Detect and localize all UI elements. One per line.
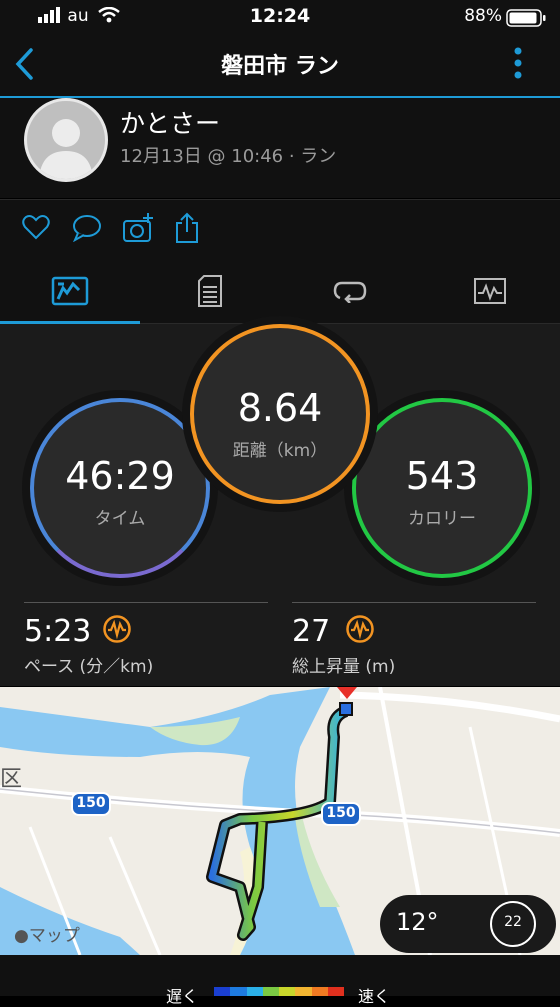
default-user-icon <box>39 119 93 179</box>
divider <box>292 602 536 603</box>
tab-summary[interactable] <box>0 258 140 324</box>
tab-laps[interactable] <box>280 258 420 323</box>
heart-icon <box>22 215 50 240</box>
legend-swatch <box>295 987 312 996</box>
ascent-metric[interactable]: 27 <box>292 614 375 649</box>
legend-swatch <box>311 987 328 996</box>
legend-swatch <box>327 987 344 996</box>
legend-fast-label: 速く <box>358 987 391 1006</box>
tab-details[interactable] <box>140 258 280 323</box>
ascent-value: 27 <box>292 614 331 649</box>
battery-percent: 88% <box>464 6 502 26</box>
page-title: 磐田市 ラン <box>221 54 339 79</box>
tab-bar <box>0 258 560 324</box>
temperature: 12° <box>396 908 439 936</box>
legend-swatch <box>246 987 263 996</box>
nav-bar: 磐田市 ラン <box>0 34 560 98</box>
time-label: タイム <box>94 509 146 529</box>
distance-label: 距離（km） <box>232 441 328 461</box>
calories-stat[interactable]: 543 カロリー <box>352 398 532 578</box>
add-photo-button[interactable] <box>122 212 154 248</box>
ascent-label: 総上昇量 (m) <box>292 657 396 677</box>
legend-swatch <box>279 987 296 996</box>
comment-icon <box>72 215 101 243</box>
like-button[interactable] <box>22 214 50 244</box>
summary-icon <box>51 276 89 305</box>
start-marker-icon <box>339 702 353 716</box>
chart-icon <box>474 277 506 304</box>
calories-label: カロリー <box>408 509 476 529</box>
connect-iq-icon <box>102 614 132 648</box>
time-value: 46:29 <box>65 454 175 498</box>
legend-swatch <box>214 987 231 996</box>
road-number: 150 <box>76 795 106 811</box>
pace-label: ペース (分／km) <box>24 657 154 677</box>
user-name[interactable]: かとさー <box>120 104 220 140</box>
pace-value: 5:23 <box>24 614 92 649</box>
map-area-label: 区 <box>0 767 23 792</box>
activity-header: かとさー 12月13日 @ 10:46 · ラン <box>0 98 560 198</box>
divider <box>24 602 268 603</box>
activity-subtitle: 12月13日 @ 10:46 · ラン <box>120 146 337 167</box>
laps-icon <box>333 281 367 303</box>
weather-badge[interactable]: 12° 22 <box>380 895 556 953</box>
legend-swatch <box>230 987 247 996</box>
details-icon <box>198 274 222 307</box>
apple-logo-icon: ● <box>14 926 29 946</box>
route-map[interactable]: 150 150 区 ●マップ 12° 22 <box>0 687 560 955</box>
tab-charts[interactable] <box>420 258 560 323</box>
distance-stat[interactable]: 8.64 距離（km） <box>190 324 370 504</box>
wind-icon: 22 <box>490 901 536 947</box>
calories-value: 543 <box>405 454 479 498</box>
share-icon <box>176 212 198 243</box>
legend-color-bar <box>214 987 344 996</box>
more-options-button[interactable] <box>508 44 528 84</box>
comment-button[interactable] <box>72 214 102 246</box>
connect-iq-icon <box>345 614 375 648</box>
pace-metric[interactable]: 5:23 <box>24 614 132 649</box>
more-vertical-icon <box>514 47 522 79</box>
legend-slow-label: 遅く <box>166 987 199 1006</box>
share-button[interactable] <box>174 212 200 248</box>
battery-icon <box>506 9 546 31</box>
road-number: 150 <box>326 805 356 821</box>
status-bar: au 12:24 88% <box>0 0 560 34</box>
avatar[interactable] <box>24 98 108 182</box>
camera-add-icon <box>123 213 153 242</box>
wind-speed: 22 <box>504 914 522 930</box>
action-bar <box>0 199 560 259</box>
pace-legend: 遅く 速く <box>0 955 560 1006</box>
stats-panel: 46:29 タイム 543 カロリー 8.64 距離（km） 5:23 ペース … <box>0 316 560 686</box>
legend-swatch <box>262 987 279 996</box>
maps-credit: ●マップ <box>14 926 80 946</box>
distance-value: 8.64 <box>237 386 323 430</box>
